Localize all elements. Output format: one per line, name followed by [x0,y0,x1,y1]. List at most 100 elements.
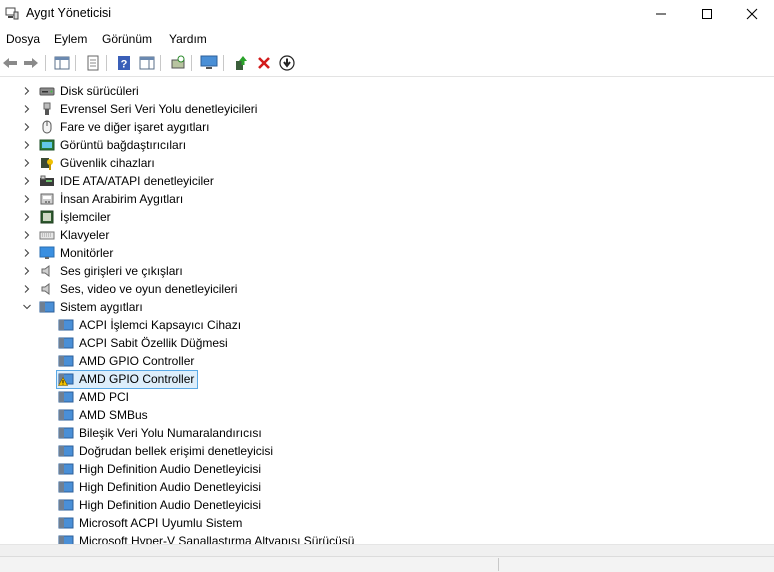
category-row[interactable]: Disk sürücüleri [0,82,774,100]
category-row[interactable]: Fare ve diğer işaret aygıtları [0,118,774,136]
system-device-icon [58,409,74,421]
menu-yardim[interactable]: Yardım [169,32,207,46]
display-adapter-icon [39,139,55,151]
device-row[interactable]: AMD GPIO Controller [0,352,774,370]
device-label: Bileşik Veri Yolu Numaralandırıcısı [79,426,262,440]
scan-hardware-changes-button[interactable] [169,54,187,72]
device-row[interactable]: Bileşik Veri Yolu Numaralandırıcısı [0,424,774,442]
maximize-icon [702,9,712,19]
device-row[interactable]: High Definition Audio Denetleyicisi [0,478,774,496]
chevron-right-icon[interactable] [22,284,32,294]
system-devices-icon [39,301,55,313]
device-label: High Definition Audio Denetleyicisi [79,498,262,512]
properties-button[interactable] [84,54,102,72]
system-device-icon [58,463,74,475]
chevron-right-icon[interactable] [22,212,32,222]
category-row[interactable]: Ses, video ve oyun denetleyicileri [0,280,774,298]
device-label: High Definition Audio Denetleyicisi [79,462,262,476]
category-row[interactable]: IDE ATA/ATAPI denetleyiciler [0,172,774,190]
title-bar: Aygıt Yöneticisi [0,0,774,28]
category-label: Ses girişleri ve çıkışları [60,264,183,278]
minimize-button[interactable] [638,0,684,28]
device-label: AMD SMBus [79,408,148,422]
chevron-right-icon[interactable] [22,140,32,150]
device-tree: Disk sürücüleri Evrensel Seri Veri Yolu d… [0,80,774,544]
chevron-right-icon[interactable] [22,248,32,258]
device-label: High Definition Audio Denetleyicisi [79,480,262,494]
chevron-right-icon[interactable] [22,266,32,276]
chevron-right-icon[interactable] [22,230,32,240]
svg-text:?: ? [121,59,128,71]
device-row[interactable]: Microsoft ACPI Uyumlu Sistem [0,514,774,532]
category-row[interactable]: Klavyeler [0,226,774,244]
back-button[interactable] [1,54,19,72]
system-device-icon [58,391,74,403]
device-label: Doğrudan bellek erişimi denetleyicisi [79,444,274,458]
toolbar-separator [223,55,224,71]
device-row[interactable]: ACPI İşlemci Kapsayıcı Cihazı [0,316,774,334]
ide-controller-icon [40,175,54,186]
forward-button[interactable] [22,54,40,72]
disable-device-button[interactable] [278,54,296,72]
device-row[interactable]: AMD PCI [0,388,774,406]
help-button[interactable]: ? [115,54,133,72]
category-label: IDE ATA/ATAPI denetleyiciler [60,174,214,188]
category-row[interactable]: Evrensel Seri Veri Yolu denetleyicileri [0,100,774,118]
arrow-left-icon [3,58,17,68]
category-row[interactable]: İşlemciler [0,208,774,226]
category-label: Klavyeler [60,228,110,242]
menu-dosya[interactable]: Dosya [6,32,40,46]
toolbar-separator [45,55,46,71]
category-label: İşlemciler [60,210,111,224]
chevron-right-icon[interactable] [22,194,32,204]
chevron-right-icon[interactable] [22,158,32,168]
chevron-right-icon[interactable] [22,122,32,132]
chevron-down-icon[interactable] [22,302,32,312]
close-icon [746,8,758,20]
status-bar [0,556,774,572]
device-row-selected[interactable]: AMD GPIO Controller [0,370,774,389]
update-driver-button[interactable] [232,54,250,72]
scan-hardware-icon [171,55,185,69]
device-row[interactable]: AMD SMBus [0,406,774,424]
system-device-icon [58,337,74,349]
system-device-icon [58,355,74,367]
category-row[interactable]: Görüntü bağdaştırıcıları [0,136,774,154]
show-hide-console-tree-button[interactable] [53,54,71,72]
category-row[interactable]: Ses girişleri ve çıkışları [0,262,774,280]
device-row[interactable]: Microsoft Hyper-V Sanallaştırma Altyapıs… [0,532,774,544]
add-legacy-hardware-button[interactable] [200,54,218,72]
horizontal-scrollbar[interactable] [0,544,774,556]
disk-drive-icon [39,87,55,96]
maximize-button[interactable] [684,0,730,28]
chevron-right-icon[interactable] [22,86,32,96]
device-row[interactable]: High Definition Audio Denetleyicisi [0,460,774,478]
minimize-icon [656,13,666,15]
uninstall-device-button[interactable] [255,54,273,72]
category-label: Güvenlik cihazları [60,156,155,170]
category-row[interactable]: Monitörler [0,244,774,262]
category-label: İnsan Arabirim Aygıtları [60,192,184,206]
category-row[interactable]: İnsan Arabirim Aygıtları [0,190,774,208]
disable-device-icon [279,55,295,71]
action-pane-button[interactable] [138,54,156,72]
chevron-right-icon[interactable] [22,176,32,186]
monitor-icon [39,246,55,259]
category-label: Sistem aygıtları [60,300,143,314]
close-button[interactable] [729,0,774,28]
device-row[interactable]: Doğrudan bellek erişimi denetleyicisi [0,442,774,460]
chevron-right-icon[interactable] [22,104,32,114]
system-device-icon [58,499,74,511]
category-row[interactable]: Sistem aygıtları [0,298,774,316]
category-label: Görüntü bağdaştırıcıları [60,138,187,152]
console-tree-icon [54,56,70,70]
category-row[interactable]: Güvenlik cihazları [0,154,774,172]
device-row[interactable]: ACPI Sabit Özellik Düğmesi [0,334,774,352]
device-label: ACPI İşlemci Kapsayıcı Cihazı [79,318,242,332]
menu-gorunum[interactable]: Görünüm [102,32,152,46]
device-label: AMD GPIO Controller [79,354,195,368]
category-label: Evrensel Seri Veri Yolu denetleyicileri [60,102,258,116]
device-row[interactable]: High Definition Audio Denetleyicisi [0,496,774,514]
menu-eylem[interactable]: Eylem [54,32,87,46]
device-label: AMD GPIO Controller [79,372,195,386]
